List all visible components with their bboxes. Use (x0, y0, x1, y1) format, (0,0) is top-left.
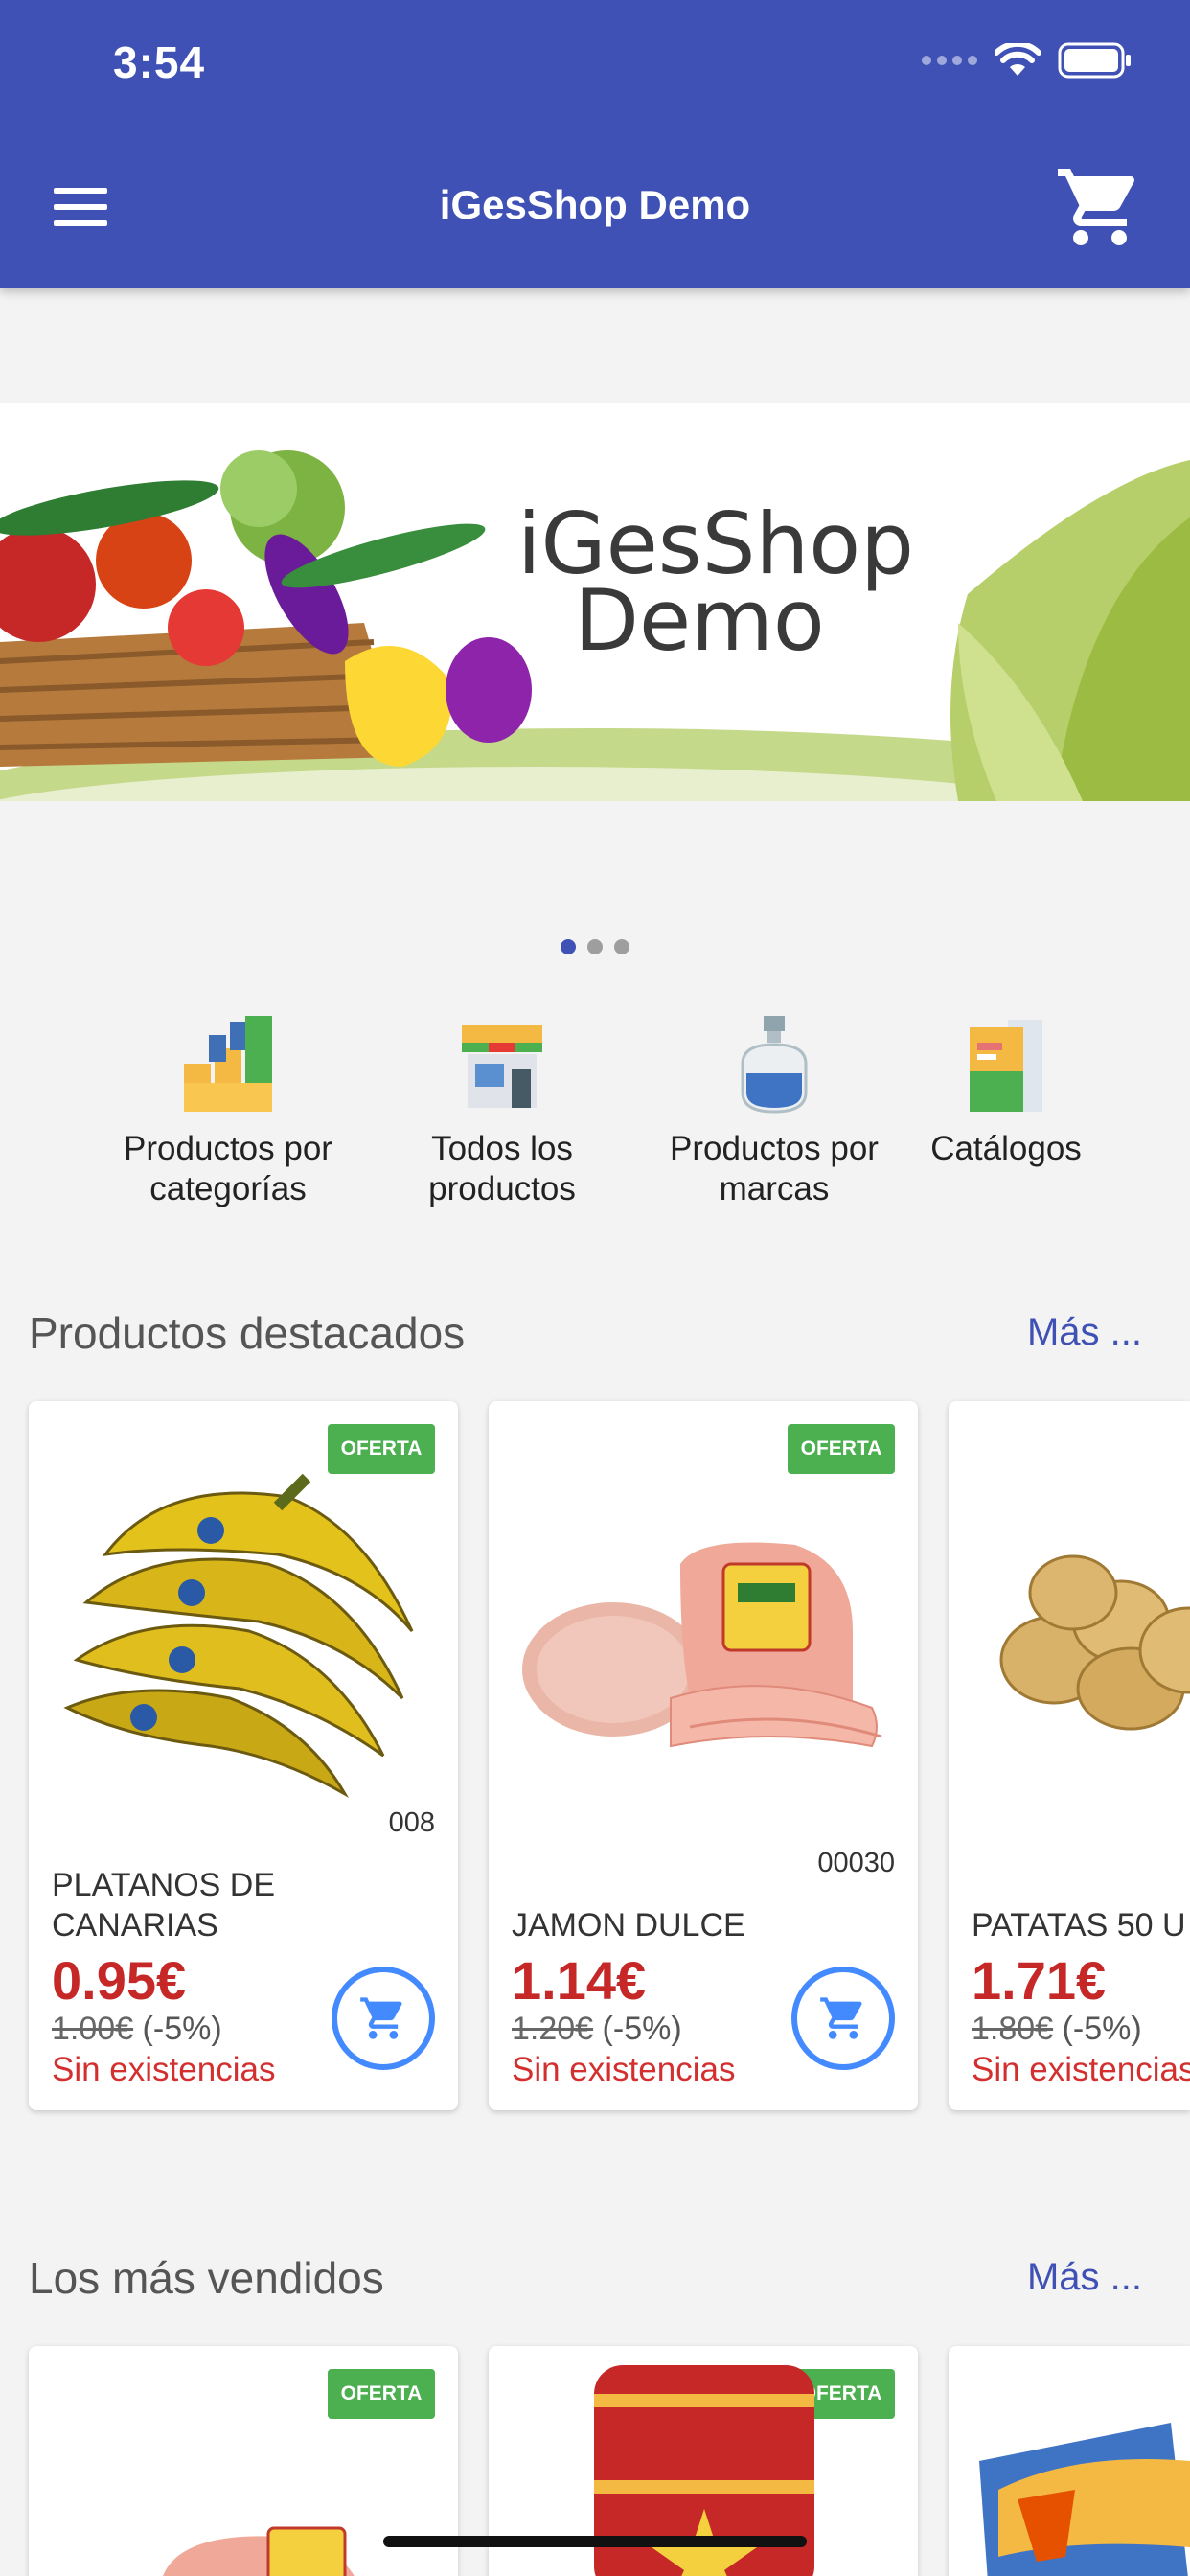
category-catalogs[interactable]: Catálogos (901, 1016, 1111, 1169)
carousel-indicator (0, 939, 1190, 954)
product-code: 00030 (817, 1848, 895, 1878)
category-all-products[interactable]: Todos los productos (387, 1016, 617, 1209)
wifi-icon (995, 43, 1041, 76)
page-title: iGesShop Demo (439, 182, 751, 227)
best-sellers-more-link[interactable]: Más ... (1027, 2256, 1142, 2299)
carousel-dot-2[interactable] (587, 939, 603, 954)
category-label: Productos por marcas (670, 1130, 879, 1208)
shopping-cart-icon (360, 1997, 402, 2039)
shopping-cart-icon (820, 1997, 862, 2039)
category-label: Catálogos (930, 1130, 1082, 1167)
status-time: 3:54 (113, 37, 206, 87)
signal-icon (922, 56, 977, 65)
category-label: Productos por categorías (124, 1130, 332, 1208)
best-sellers-section-title: Los más vendidos (29, 2253, 384, 2303)
product-old-price: 1.20€ (-5%) (512, 2011, 682, 2047)
category-products-by-category[interactable]: Productos por categorías (113, 1016, 343, 1209)
potatoes-image (999, 1554, 1190, 1731)
product-price: 1.14€ (512, 1950, 647, 2011)
perfume-bottle-icon (741, 1016, 808, 1114)
offer-badge: OFERTA (328, 2369, 435, 2419)
banner-title: iGesShop Demo (517, 494, 914, 670)
product-name: PATATAS 50 U (972, 1907, 1186, 1944)
shopping-cart-icon (1058, 169, 1135, 245)
featured-section-title: Productos destacados (29, 1308, 466, 1358)
promo-banner[interactable]: iGesShop Demo (0, 402, 1190, 801)
product-code: 008 (388, 1807, 435, 1838)
carousel-dot-1[interactable] (561, 939, 576, 954)
product-stock-status: Sin existencias (972, 2051, 1190, 2088)
product-card[interactable]: OFERTA 00030 JAMON DULCE 1.14€ 1.20€ (-5… (489, 1401, 918, 2110)
bar-chart-icon (184, 1016, 272, 1112)
category-label: Todos los productos (428, 1130, 576, 1208)
product-price: 1.71€ (972, 1950, 1107, 2011)
product-stock-status: Sin existencias (52, 2051, 276, 2088)
app-bar: 3:54 iGesShop Demo (0, 0, 1190, 288)
product-card[interactable]: OFERTA 008 PLATANOS DE CANARIAS 0.95€ 1.… (29, 1401, 458, 2110)
bananas-image (63, 1473, 414, 1799)
home-indicator[interactable] (383, 2536, 807, 2547)
detergent-box-image (979, 2423, 1190, 2576)
product-name: PLATANOS DE CANARIAS (52, 1867, 276, 1944)
product-old-price: 1.80€ (-5%) (972, 2011, 1142, 2047)
carousel-dot-3[interactable] (614, 939, 629, 954)
product-price: 0.95€ (52, 1950, 187, 2011)
product-card[interactable] (949, 2346, 1190, 2576)
ham-image (163, 2526, 355, 2576)
category-products-by-brand[interactable]: Productos por marcas (659, 1016, 889, 1209)
status-icons (922, 42, 1133, 79)
ham-image (522, 1542, 882, 1748)
product-stock-status: Sin existencias (512, 2051, 736, 2088)
store-icon (462, 1025, 542, 1108)
product-card[interactable]: PATATAS 50 U 1.71€ 1.80€ (-5%) Sin exist… (949, 1401, 1190, 2110)
product-old-price: 1.00€ (-5%) (52, 2011, 222, 2047)
catalog-icon (970, 1020, 1042, 1112)
product-name: JAMON DULCE (512, 1907, 745, 1944)
featured-more-link[interactable]: Más ... (1027, 1311, 1142, 1354)
add-to-cart-button[interactable] (791, 1966, 895, 2070)
battery-icon (1058, 42, 1131, 79)
cart-button[interactable] (1054, 161, 1146, 253)
add-to-cart-button[interactable] (332, 1966, 435, 2070)
